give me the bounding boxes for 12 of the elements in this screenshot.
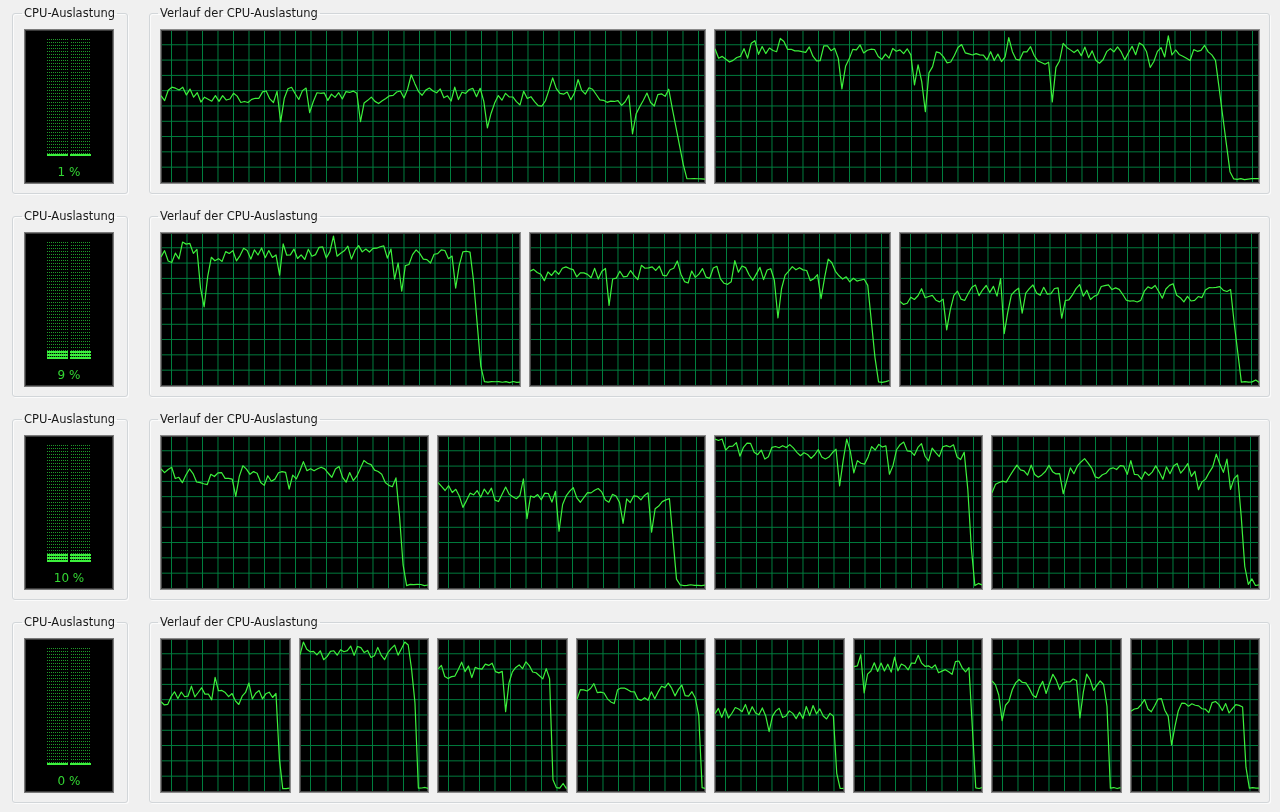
group-title: CPU-Auslastung [23,209,117,224]
usage-reading: 1 % [57,165,81,179]
group-title: Verlauf der CPU-Auslastung [159,209,319,224]
group-title: CPU-Auslastung [23,615,117,630]
usage-reading: 0 % [57,774,81,788]
group-title: Verlauf der CPU-Auslastung [159,6,319,21]
group-title: CPU-Auslastung [23,6,117,21]
group-title: Verlauf der CPU-Auslastung [159,412,319,427]
usage-reading: 9 % [57,368,81,382]
group-title: CPU-Auslastung [23,412,117,427]
usage-reading: 10 % [53,571,85,585]
group-title: Verlauf der CPU-Auslastung [159,615,319,630]
